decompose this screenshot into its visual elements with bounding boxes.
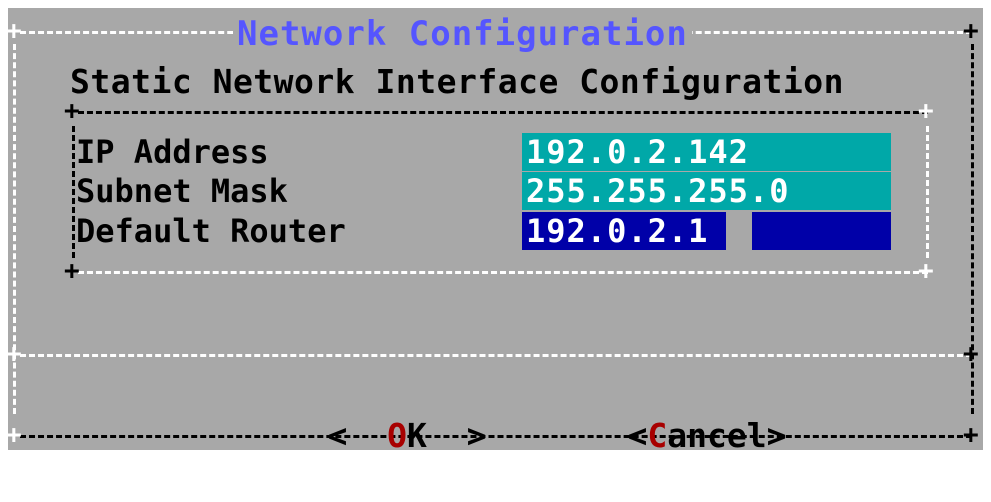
subnet-mask-label: Subnet Mask bbox=[76, 172, 288, 210]
network-configuration-dialog: + + + + Network Configuration Static Net… bbox=[6, 8, 983, 455]
dialog-subtitle: Static Network Interface Configuration bbox=[70, 62, 844, 101]
ok-label-rest: K bbox=[406, 416, 427, 455]
separator-left-corner: + bbox=[6, 339, 22, 369]
subnet-mask-field[interactable]: 255.255.255.0 bbox=[522, 172, 891, 210]
ok-left-bracket: < bbox=[327, 416, 348, 455]
form-frame-top-right-corner: + bbox=[918, 96, 934, 126]
dialog-bottom-left-corner: + bbox=[6, 420, 22, 450]
dialog-bottom-border bbox=[20, 435, 972, 438]
ok-button[interactable]: < OK > bbox=[248, 370, 486, 455]
separator-right-corner: + bbox=[963, 339, 979, 369]
dialog-title: Network Configuration bbox=[233, 14, 692, 54]
ip-address-label: IP Address bbox=[76, 133, 269, 171]
form-frame-bottom bbox=[78, 271, 928, 274]
dialog-top-left-corner: + bbox=[6, 16, 22, 46]
default-router-field-remainder[interactable] bbox=[752, 212, 891, 250]
cancel-button[interactable]: <Cancel> bbox=[548, 370, 786, 455]
cancel-label-rest: ancel bbox=[667, 416, 767, 455]
cancel-right-bracket: > bbox=[766, 416, 787, 455]
form-frame-top bbox=[78, 111, 928, 114]
ok-hotkey: O bbox=[387, 416, 407, 455]
default-router-label: Default Router bbox=[76, 212, 346, 250]
dialog-bottom-right-corner: + bbox=[963, 420, 979, 450]
ip-address-field[interactable]: 192.0.2.142 bbox=[522, 133, 891, 171]
cancel-hotkey: C bbox=[647, 416, 668, 455]
form-frame-right bbox=[926, 126, 929, 258]
button-area-separator bbox=[20, 354, 972, 357]
default-router-field[interactable]: 192.0.2.1 bbox=[522, 212, 726, 250]
cancel-left-bracket: < bbox=[627, 416, 648, 455]
form-frame-bottom-left-corner: + bbox=[64, 256, 80, 286]
form-frame-top-left-corner: + bbox=[64, 96, 80, 126]
form-frame-left bbox=[72, 126, 75, 258]
form-frame-bottom-right-corner: + bbox=[918, 256, 934, 286]
ok-right-bracket: > bbox=[466, 416, 487, 455]
dialog-top-right-corner: + bbox=[963, 16, 979, 46]
